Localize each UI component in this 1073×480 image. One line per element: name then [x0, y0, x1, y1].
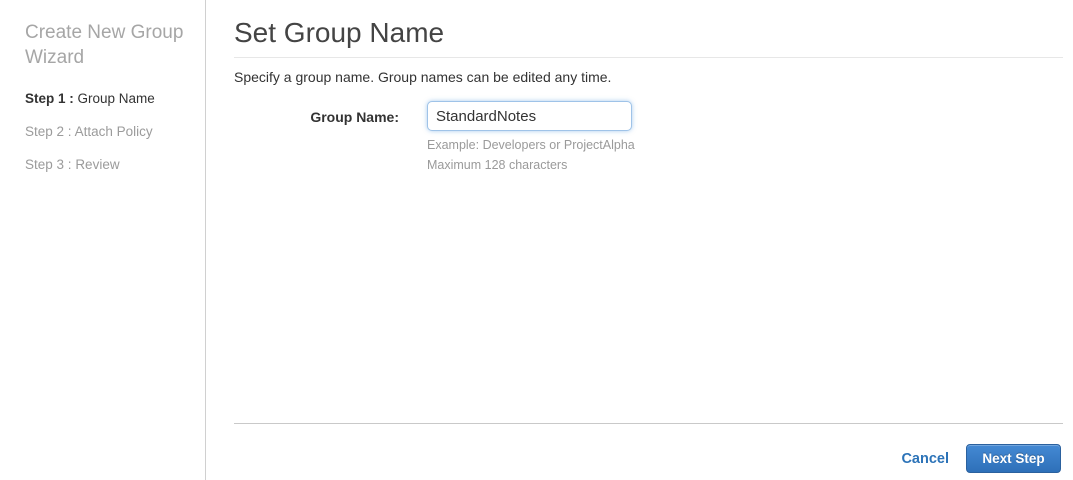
create-group-wizard-window: Create New Group Wizard Step 1 : Group N…	[0, 0, 1073, 480]
group-name-hint-max: Maximum 128 characters	[427, 158, 568, 172]
step-2-prefix: Step 2 :	[25, 124, 72, 139]
group-name-hint-example: Example: Developers or ProjectAlpha	[427, 138, 635, 152]
page-description: Specify a group name. Group names can be…	[234, 69, 612, 85]
step-2-label: Attach Policy	[74, 124, 153, 139]
next-step-button[interactable]: Next Step	[966, 444, 1061, 473]
step-3-label: Review	[75, 157, 120, 172]
wizard-step-attach-policy: Step 2 : Attach Policy	[25, 125, 185, 139]
cancel-button[interactable]: Cancel	[901, 451, 949, 467]
wizard-step-review: Step 3 : Review	[25, 158, 185, 172]
step-3-prefix: Step 3 :	[25, 157, 72, 172]
group-name-field: Example: Developers or ProjectAlpha Maxi…	[427, 101, 635, 174]
step-1-prefix: Step 1 :	[25, 91, 74, 106]
page-title: Set Group Name	[234, 17, 1063, 58]
wizard-title: Create New Group Wizard	[25, 22, 184, 68]
wizard-sidebar: Create New Group Wizard Step 1 : Group N…	[0, 0, 206, 480]
group-name-input[interactable]	[427, 101, 632, 131]
wizard-step-group-name: Step 1 : Group Name	[25, 92, 185, 106]
group-name-form-row: Group Name: Example: Developers or Proje…	[234, 101, 1063, 174]
group-name-label: Group Name:	[310, 109, 399, 125]
wizard-footer: Cancel Next Step	[901, 444, 1061, 473]
footer-divider	[234, 423, 1063, 424]
step-1-label: Group Name	[77, 91, 155, 106]
wizard-main-panel: Set Group Name Specify a group name. Gro…	[207, 0, 1073, 480]
